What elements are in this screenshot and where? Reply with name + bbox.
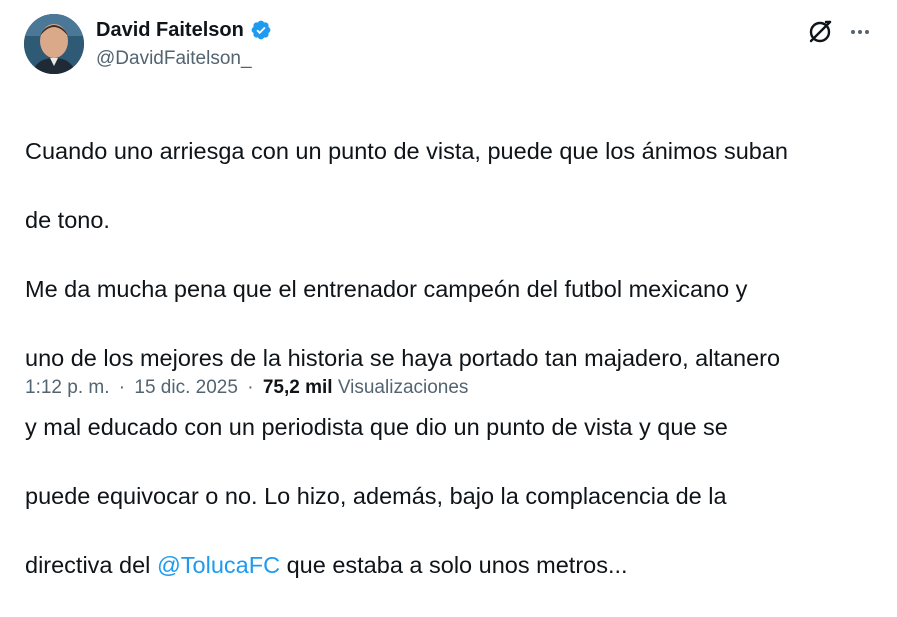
- tweet-text-prefix: directiva del: [25, 551, 157, 578]
- author-name-row: David Faitelson: [96, 18, 272, 42]
- tweet-text: Cuando uno arriesga con un punto de vist…: [25, 99, 885, 617]
- author-handle[interactable]: @DavidFaitelson_: [96, 48, 272, 70]
- tweet-text-line: Me da mucha pena que el entrenador campe…: [25, 275, 748, 302]
- tweet-meta: 1:12 p. m. · 15 dic. 2025 · 75,2 mil Vis…: [25, 377, 468, 399]
- tweet-text-line: Cuando uno arriesga con un punto de vist…: [25, 137, 788, 164]
- grok-icon[interactable]: [806, 18, 834, 46]
- verified-badge-icon[interactable]: [250, 19, 272, 41]
- author-display-name[interactable]: David Faitelson: [96, 19, 244, 42]
- tweet-text-last-line: directiva del @TolucaFC que estaba a sol…: [25, 548, 885, 583]
- tweet-time-link[interactable]: 1:12 p. m.: [25, 377, 110, 398]
- tweet-text-line: de tono.: [25, 206, 110, 233]
- tweet-text-suffix: que estaba a solo unos metros...: [280, 551, 628, 578]
- mention-link-toluca[interactable]: @TolucaFC: [157, 552, 280, 578]
- tweet-text-line: puede equivocar o no. Lo hizo, además, b…: [25, 482, 727, 509]
- tweet-date-link[interactable]: 15 dic. 2025: [134, 377, 238, 398]
- tweet-card: David Faitelson @DavidFaitelson_ Cuando …: [0, 0, 897, 578]
- views-label[interactable]: Visualizaciones: [338, 377, 469, 398]
- tweet-text-line: uno de los mejores de la historia se hay…: [25, 344, 781, 371]
- avatar-photo: [24, 14, 84, 74]
- avatar[interactable]: [24, 14, 84, 74]
- more-options-icon[interactable]: [846, 18, 874, 46]
- author-block: David Faitelson @DavidFaitelson_: [96, 18, 272, 70]
- tweet-text-line: y mal educado con un periodista que dio …: [25, 413, 728, 440]
- meta-separator: ·: [118, 377, 126, 398]
- meta-separator: ·: [247, 377, 254, 398]
- views-count[interactable]: 75,2 mil: [263, 377, 333, 398]
